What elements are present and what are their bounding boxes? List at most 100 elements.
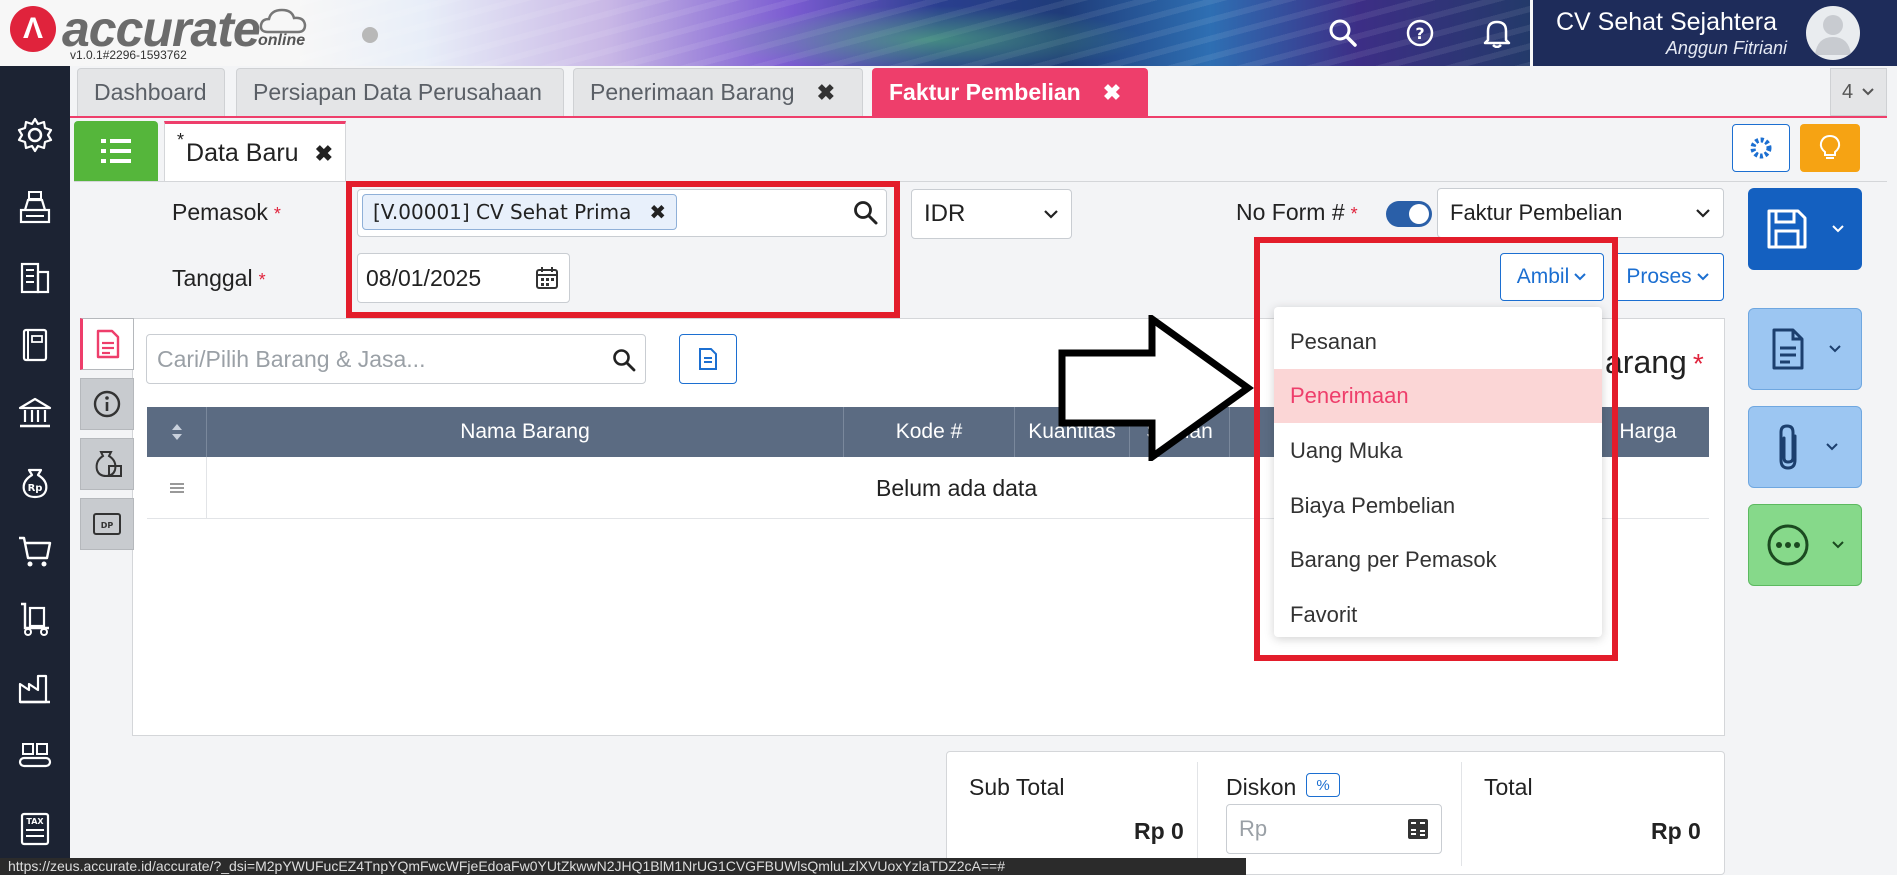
document-icon bbox=[1772, 328, 1804, 370]
close-icon[interactable]: ✖ bbox=[315, 141, 333, 167]
tab-label: Faktur Pembelian bbox=[889, 79, 1081, 105]
status-url-bar: https://zeus.accurate.id/accurate/?_dsi=… bbox=[0, 858, 1246, 875]
info-icon bbox=[93, 390, 121, 418]
dp-card-icon: DP bbox=[93, 513, 121, 535]
avatar[interactable] bbox=[1806, 6, 1860, 60]
list-view-button[interactable] bbox=[74, 121, 158, 181]
more-options-button[interactable] bbox=[1748, 504, 1862, 586]
money-bag-icon bbox=[95, 451, 122, 478]
sort-handle-column[interactable] bbox=[147, 407, 207, 457]
currency-select[interactable]: IDR bbox=[911, 189, 1072, 239]
help-icon[interactable]: ? bbox=[1400, 13, 1440, 53]
logo-mark-icon: Λ bbox=[10, 6, 56, 52]
tips-button[interactable] bbox=[1800, 124, 1860, 172]
search-icon[interactable] bbox=[612, 348, 636, 377]
chevron-down-icon bbox=[1044, 210, 1058, 219]
drag-handle-icon[interactable] bbox=[147, 457, 207, 519]
app-logo[interactable]: Λ accurate bbox=[10, 1, 261, 57]
logo-online-text: online bbox=[258, 32, 306, 49]
section-title: arang * bbox=[1605, 344, 1704, 380]
form-type-select[interactable]: Faktur Pembelian bbox=[1437, 188, 1724, 238]
save-icon bbox=[1767, 209, 1807, 249]
money-bag-icon[interactable]: Rp bbox=[10, 456, 60, 506]
highlight-box-supplier bbox=[346, 181, 900, 318]
attachment-button[interactable] bbox=[1748, 406, 1862, 488]
document-icon bbox=[96, 329, 120, 359]
no-form-label: No Form # * bbox=[1236, 199, 1358, 225]
close-icon[interactable]: ✖ bbox=[817, 80, 835, 106]
document-button[interactable] bbox=[1748, 308, 1862, 390]
more-icon bbox=[1767, 524, 1809, 566]
bell-icon[interactable] bbox=[1477, 13, 1517, 53]
ledger-book-icon[interactable] bbox=[10, 320, 60, 370]
diskon-label: Diskon bbox=[1226, 774, 1297, 800]
chevron-down-icon bbox=[1862, 88, 1874, 96]
chevron-down-icon bbox=[1696, 273, 1709, 281]
tanggal-label: Tanggal * bbox=[172, 265, 266, 291]
tab-count-dropdown[interactable]: 4 bbox=[1830, 68, 1887, 116]
proses-button[interactable]: Proses bbox=[1612, 253, 1724, 301]
bank-icon[interactable] bbox=[10, 388, 60, 438]
sub-total-label: Sub Total bbox=[969, 774, 1065, 800]
tab-underline bbox=[70, 116, 1887, 118]
tab-label: Persiapan Data Perusahaan bbox=[253, 79, 542, 105]
arrow-annotation-icon bbox=[1058, 315, 1254, 461]
chevron-down-icon bbox=[1829, 345, 1841, 353]
cash-register-icon[interactable] bbox=[10, 182, 60, 232]
detail-tab-items[interactable] bbox=[80, 318, 134, 370]
tab-label: Dashboard bbox=[94, 79, 207, 105]
tab-faktur-pembelian[interactable]: Faktur Pembelian ✖ bbox=[872, 68, 1148, 116]
close-icon[interactable]: ✖ bbox=[1103, 80, 1121, 106]
user-name: Anggun Fitriani bbox=[1665, 38, 1787, 58]
auto-number-toggle[interactable] bbox=[1386, 201, 1432, 227]
settings-gear-icon[interactable] bbox=[10, 110, 60, 160]
svg-text:DP: DP bbox=[101, 521, 114, 530]
detail-tab-down-payment[interactable]: DP bbox=[80, 498, 134, 550]
detail-tab-costs[interactable] bbox=[80, 438, 134, 490]
tab-penerimaan-barang[interactable]: Penerimaan Barang ✖ bbox=[573, 68, 863, 116]
paperclip-icon bbox=[1779, 424, 1797, 470]
unsaved-marker: * bbox=[177, 130, 185, 150]
currency-value: IDR bbox=[924, 200, 966, 227]
tab-data-baru[interactable]: * Data Baru ✖ bbox=[164, 121, 346, 183]
chevron-down-icon bbox=[1696, 209, 1710, 218]
col-kode[interactable]: Kode # bbox=[844, 407, 1015, 457]
form-type-value: Faktur Pembelian bbox=[1450, 200, 1623, 225]
empty-state-text: Belum ada data bbox=[876, 475, 1038, 501]
shopping-cart-icon[interactable] bbox=[10, 526, 60, 576]
tab-label: Penerimaan Barang bbox=[590, 79, 795, 105]
highlight-box-dropdown bbox=[1254, 237, 1618, 661]
item-search-input[interactable]: Cari/Pilih Barang & Jasa... bbox=[146, 334, 646, 384]
status-dot bbox=[362, 27, 378, 43]
tab-dashboard[interactable]: Dashboard bbox=[77, 68, 225, 116]
chevron-down-icon bbox=[1826, 443, 1838, 451]
version-text: v1.0.1#2296-1593762 bbox=[70, 48, 187, 62]
search-icon[interactable] bbox=[1323, 13, 1363, 53]
tab-persiapan-data[interactable]: Persiapan Data Perusahaan bbox=[236, 68, 564, 116]
sub-total-value: Rp 0 bbox=[1134, 818, 1184, 844]
logo-text: accurate bbox=[62, 1, 261, 57]
diskon-placeholder: Rp bbox=[1239, 816, 1268, 841]
item-detail-button[interactable] bbox=[679, 334, 737, 384]
svg-text:Rp: Rp bbox=[28, 483, 43, 494]
col-nama-barang[interactable]: Nama Barang bbox=[207, 407, 844, 457]
tax-icon[interactable]: TAX bbox=[10, 804, 60, 854]
diskon-percent-toggle[interactable]: % bbox=[1306, 773, 1340, 797]
detail-tab-info[interactable] bbox=[80, 378, 134, 430]
lightbulb-icon bbox=[1819, 134, 1841, 159]
sort-icon bbox=[171, 424, 182, 440]
document-icon bbox=[699, 348, 717, 370]
settings-button[interactable] bbox=[1732, 124, 1790, 172]
factory-icon[interactable] bbox=[10, 662, 60, 712]
gear-icon bbox=[1750, 137, 1772, 159]
save-button[interactable] bbox=[1748, 188, 1862, 270]
building-icon[interactable] bbox=[10, 252, 60, 302]
list-icon bbox=[101, 139, 131, 163]
calculator-icon[interactable] bbox=[1406, 817, 1430, 846]
hand-truck-icon[interactable] bbox=[10, 594, 60, 644]
user-icon bbox=[1815, 15, 1851, 55]
pemasok-label: Pemasok * bbox=[172, 199, 281, 225]
conveyor-icon[interactable] bbox=[10, 730, 60, 780]
chevron-down-icon bbox=[1832, 225, 1844, 233]
company-name: CV Sehat Sejahtera bbox=[1556, 8, 1777, 36]
